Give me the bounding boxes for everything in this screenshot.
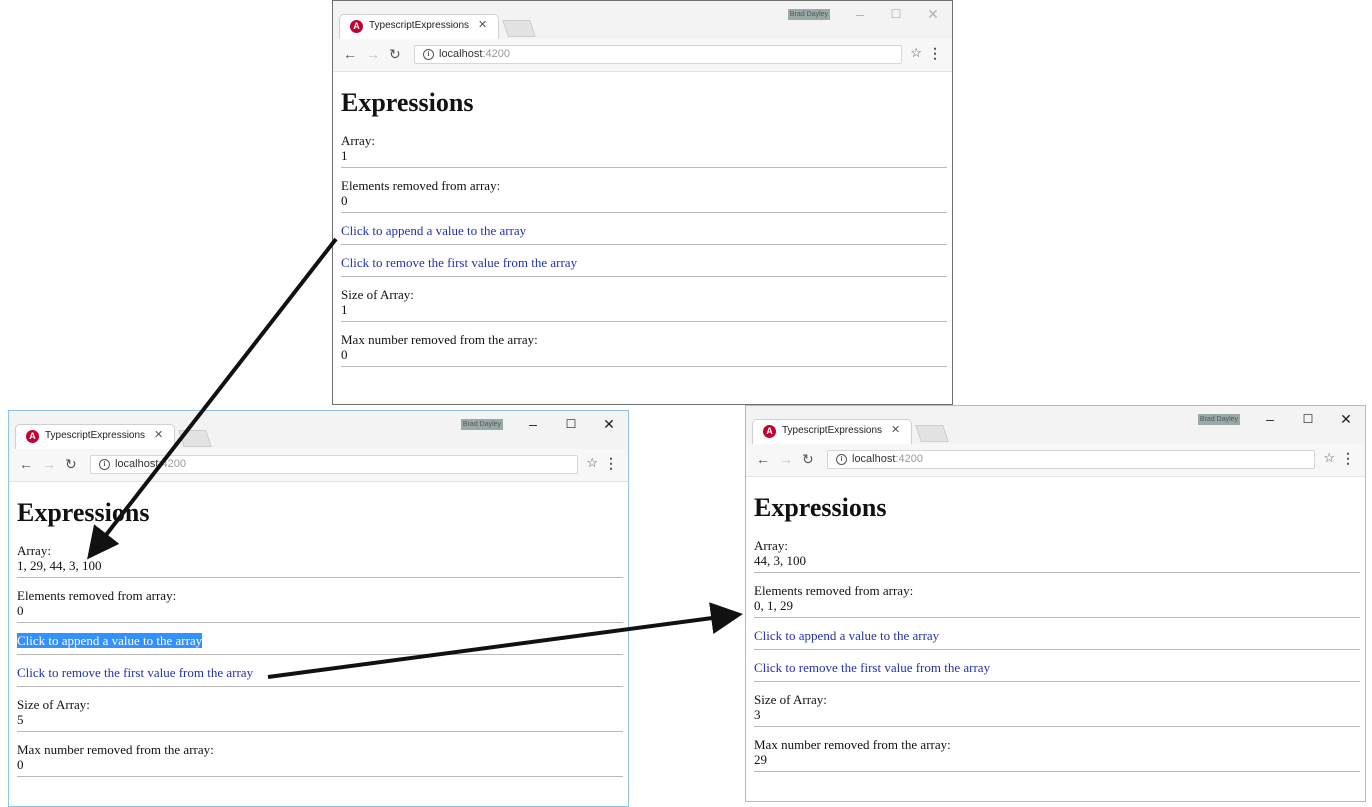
arrow-remove-to-removed	[267, 602, 743, 679]
arrow-append-to-array	[87, 237, 338, 560]
annotation-arrows	[87, 237, 743, 679]
